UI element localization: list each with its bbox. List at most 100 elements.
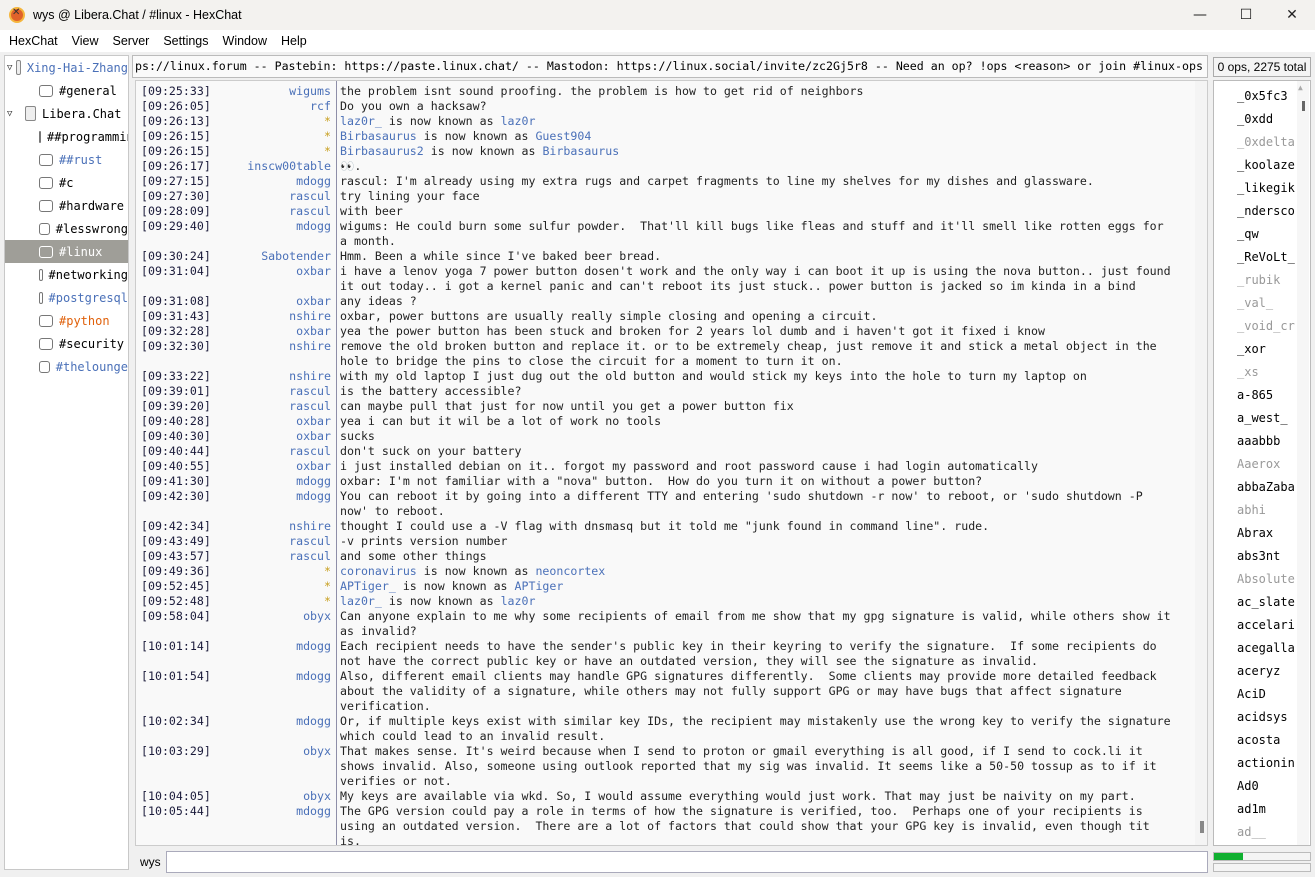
tree-channel-linux[interactable]: #linux xyxy=(5,240,128,263)
message-nick[interactable]: nshire xyxy=(212,519,334,534)
user-list-item[interactable]: acegalla xyxy=(1237,640,1295,663)
user-list-item[interactable]: Ad0 xyxy=(1237,778,1295,801)
user-list-item[interactable]: abhi xyxy=(1237,502,1295,525)
tree-channel-hardware[interactable]: #hardware xyxy=(5,194,128,217)
user-list-item[interactable]: _void_cr xyxy=(1237,318,1295,341)
message-nick[interactable]: rascul xyxy=(212,444,334,459)
message-nick[interactable]: rascul xyxy=(212,189,334,204)
user-list-item[interactable]: a_west_ xyxy=(1237,410,1295,433)
tree-server-xinghaizhang[interactable]: ▽ Xing-Hai-Zhang xyxy=(5,56,128,79)
message-nick[interactable]: * xyxy=(212,579,334,594)
tree-channel-programming[interactable]: ##programming xyxy=(5,125,128,148)
old-nick[interactable]: APTiger_ xyxy=(340,579,396,593)
nick-button[interactable]: wys xyxy=(132,855,166,869)
message-nick[interactable]: mdogg xyxy=(212,489,334,519)
user-list-item[interactable]: _ndersco xyxy=(1237,203,1295,226)
user-list-item[interactable]: abbaZaba xyxy=(1237,479,1295,502)
message-nick[interactable]: * xyxy=(212,144,334,159)
menu-settings[interactable]: Settings xyxy=(163,34,208,48)
close-button[interactable]: ✕ xyxy=(1269,0,1315,30)
message-nick[interactable]: oxbar xyxy=(212,294,334,309)
message-nick[interactable]: mdogg xyxy=(212,639,334,669)
user-list-item[interactable]: abs3nt xyxy=(1237,548,1295,571)
old-nick[interactable]: laz0r_ xyxy=(340,594,382,608)
message-nick[interactable]: * xyxy=(212,594,334,609)
chat-log[interactable]: [09:25:33] wigums the problem isnt sound p… xyxy=(135,80,1208,846)
expand-arrow-icon[interactable]: ▽ xyxy=(7,63,12,73)
old-nick[interactable]: Birbasaurus2 xyxy=(340,144,424,158)
tree-channel-python[interactable]: #python xyxy=(5,309,128,332)
user-list-item[interactable]: Abrax xyxy=(1237,525,1295,548)
user-list-item[interactable]: aceryz xyxy=(1237,663,1295,686)
user-list-item[interactable]: _ReVoLt_ xyxy=(1237,249,1295,272)
new-nick[interactable]: Guest904 xyxy=(535,129,591,143)
message-nick[interactable]: mdogg xyxy=(212,714,334,744)
menu-window[interactable]: Window xyxy=(223,34,267,48)
user-list-item[interactable]: _0x5fc3 xyxy=(1237,88,1295,111)
user-list-scrollbar[interactable]: ▲ xyxy=(1297,81,1309,845)
menu-help[interactable]: Help xyxy=(281,34,307,48)
user-list-item[interactable]: _qw xyxy=(1237,226,1295,249)
scroll-up-icon[interactable]: ▲ xyxy=(1298,83,1303,92)
message-input[interactable] xyxy=(166,850,1208,873)
menu-server[interactable]: Server xyxy=(113,34,150,48)
expand-arrow-icon[interactable]: ▽ xyxy=(7,109,21,119)
message-nick[interactable]: obyx xyxy=(212,609,334,639)
user-list-item[interactable]: _rubik xyxy=(1237,272,1295,295)
message-nick[interactable]: nshire xyxy=(212,369,334,384)
tree-channel-postgresql[interactable]: #postgresql xyxy=(5,286,128,309)
user-list-item[interactable]: Absolute xyxy=(1237,571,1295,594)
user-list-item[interactable]: a-865 xyxy=(1237,387,1295,410)
tree-channel-lesswrong[interactable]: #lesswrong xyxy=(5,217,128,240)
new-nick[interactable]: APTiger xyxy=(515,579,564,593)
message-nick[interactable]: obyx xyxy=(212,789,334,804)
message-nick[interactable]: nshire xyxy=(212,309,334,324)
topic-bar[interactable]: ps://linux.forum -- Pastebin: https://pa… xyxy=(132,55,1208,78)
user-list-item[interactable]: actionin xyxy=(1237,755,1295,778)
new-nick[interactable]: laz0r xyxy=(501,594,536,608)
message-nick[interactable]: rascul xyxy=(212,549,334,564)
old-nick[interactable]: coronavirus xyxy=(340,564,417,578)
tree-channel-general[interactable]: #general xyxy=(5,79,128,102)
message-nick[interactable]: oxbar xyxy=(212,264,334,294)
user-list-item[interactable]: _xs xyxy=(1237,364,1295,387)
old-nick[interactable]: laz0r_ xyxy=(340,114,382,128)
user-list-item[interactable]: _0xdd xyxy=(1237,111,1295,134)
menu-hexchat[interactable]: HexChat xyxy=(9,34,58,48)
user-list-item[interactable]: _xor xyxy=(1237,341,1295,364)
tree-channel-networking[interactable]: #networking xyxy=(5,263,128,286)
message-nick[interactable]: * xyxy=(212,564,334,579)
message-nick[interactable]: oxbar xyxy=(212,324,334,339)
tree-channel-rust[interactable]: ##rust xyxy=(5,148,128,171)
user-list-item[interactable]: _val_ xyxy=(1237,295,1295,318)
maximize-button[interactable]: ☐ xyxy=(1223,0,1269,30)
tree-channel-security[interactable]: #security xyxy=(5,332,128,355)
message-nick[interactable]: mdogg xyxy=(212,669,334,714)
message-nick[interactable]: Sabotender xyxy=(212,249,334,264)
message-nick[interactable]: oxbar xyxy=(212,414,334,429)
minimize-button[interactable]: — xyxy=(1177,0,1223,30)
new-nick[interactable]: laz0r xyxy=(501,114,536,128)
message-nick[interactable]: oxbar xyxy=(212,459,334,474)
message-nick[interactable]: obyx xyxy=(212,744,334,789)
message-nick[interactable]: wigums xyxy=(212,84,334,99)
tree-server-liberachat[interactable]: ▽ Libera.Chat xyxy=(5,102,128,125)
message-nick[interactable]: oxbar xyxy=(212,429,334,444)
message-nick[interactable]: rascul xyxy=(212,534,334,549)
user-list-item[interactable]: accelari xyxy=(1237,617,1295,640)
user-list-item[interactable]: _koolaze xyxy=(1237,157,1295,180)
message-nick[interactable]: * xyxy=(212,114,334,129)
user-list-item[interactable]: aaabbb xyxy=(1237,433,1295,456)
tree-channel-thelounge[interactable]: #thelounge xyxy=(5,355,128,378)
scroll-thumb[interactable] xyxy=(1200,821,1204,833)
old-nick[interactable]: Birbasaurus xyxy=(340,129,417,143)
chat-scrollbar[interactable] xyxy=(1195,81,1207,845)
new-nick[interactable]: Birbasaurus xyxy=(542,144,619,158)
message-nick[interactable]: rascul xyxy=(212,204,334,219)
message-nick[interactable]: rcf xyxy=(212,99,334,114)
new-nick[interactable]: neoncortex xyxy=(535,564,605,578)
user-list-item[interactable]: acidsys xyxy=(1237,709,1295,732)
user-list-item[interactable]: ac_slate xyxy=(1237,594,1295,617)
message-nick[interactable]: rascul xyxy=(212,384,334,399)
user-list-item[interactable]: _likegik xyxy=(1237,180,1295,203)
